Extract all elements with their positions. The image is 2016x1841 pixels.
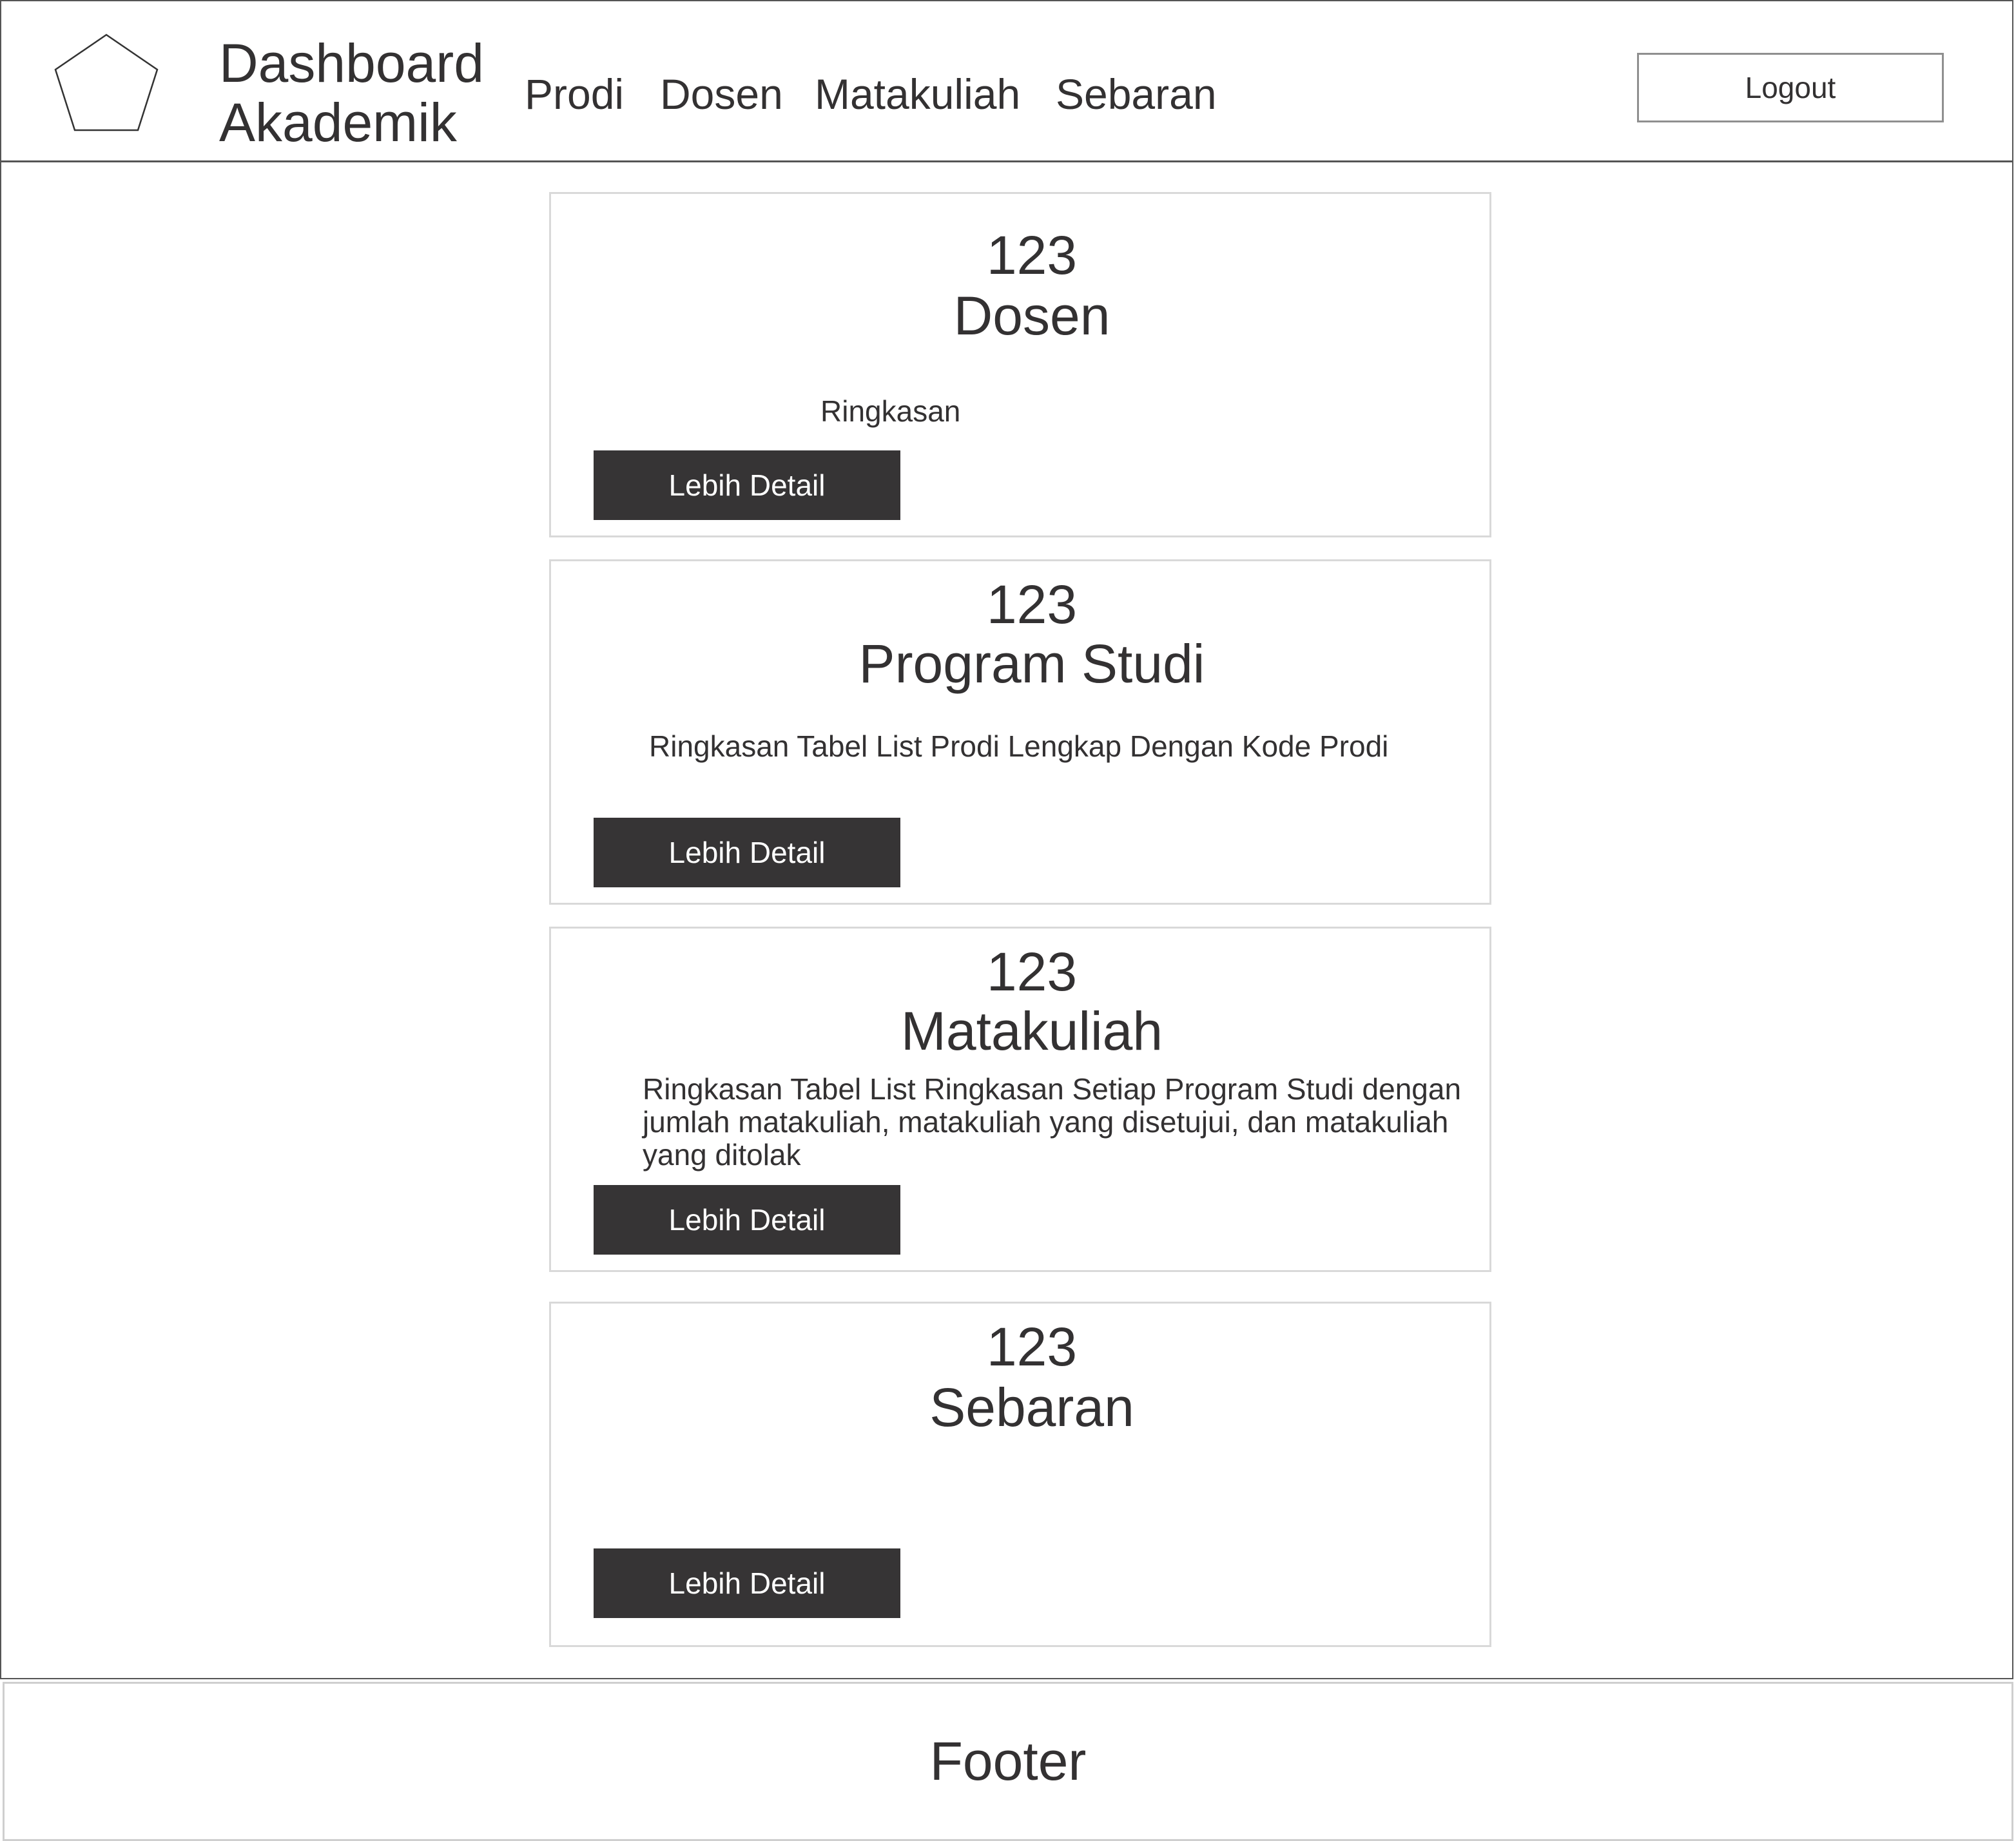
card-summary: Ringkasan Tabel List Prodi Lengkap Denga… — [649, 729, 1389, 763]
summary-line: Ringkasan Tabel List Ringkasan Setiap Pr… — [643, 1072, 1462, 1106]
logout-button[interactable]: Logout — [1637, 53, 1944, 122]
nav-item-prodi[interactable]: Prodi — [525, 68, 624, 120]
card-count: 123 — [986, 1316, 1078, 1377]
footer: Footer — [3, 1682, 2013, 1841]
card-dosen: 123 Dosen Ringkasan Lebih Detail — [549, 192, 1491, 537]
pentagon-logo-icon[interactable] — [52, 32, 161, 135]
card-title: Matakuliah — [900, 1001, 1163, 1061]
detail-button-program-studi[interactable]: Lebih Detail — [594, 818, 900, 887]
nav-item-matakuliah[interactable]: Matakuliah — [815, 68, 1020, 120]
card-count: 123 — [986, 941, 1078, 1002]
brand-title: Dashboard Akademik — [219, 34, 484, 152]
brand-line1: Dashboard — [219, 33, 484, 93]
header: Dashboard Akademik Prodi Dosen Matakulia… — [1, 1, 2012, 162]
card-sebaran: 123 Sebaran Lebih Detail — [549, 1302, 1491, 1647]
detail-button-matakuliah[interactable]: Lebih Detail — [594, 1185, 900, 1255]
summary-line: yang ditolak — [643, 1138, 801, 1171]
card-count: 123 — [986, 225, 1078, 285]
card-count: 123 — [986, 574, 1078, 635]
nav-item-dosen[interactable]: Dosen — [660, 68, 783, 120]
card-title: Sebaran — [929, 1377, 1134, 1438]
card-title: Dosen — [953, 285, 1110, 346]
detail-button-sebaran[interactable]: Lebih Detail — [594, 1548, 900, 1618]
summary-line: jumlah matakuliah, matakuliah yang diset… — [643, 1105, 1449, 1139]
app-frame: Dashboard Akademik Prodi Dosen Matakulia… — [0, 0, 2013, 1679]
nav-item-sebaran[interactable]: Sebaran — [1056, 68, 1217, 120]
card-matakuliah: 123 Matakuliah Ringkasan Tabel List Ring… — [549, 927, 1491, 1272]
brand-line2: Akademik — [219, 92, 457, 153]
card-program-studi: 123 Program Studi Ringkasan Tabel List P… — [549, 559, 1491, 905]
card-summary: Ringkasan — [820, 394, 961, 428]
card-title: Program Studi — [858, 633, 1205, 694]
detail-button-dosen[interactable]: Lebih Detail — [594, 450, 900, 520]
card-summary: Ringkasan Tabel List Ringkasan Setiap Pr… — [643, 1073, 1461, 1171]
footer-label: Footer — [929, 1731, 1087, 1791]
